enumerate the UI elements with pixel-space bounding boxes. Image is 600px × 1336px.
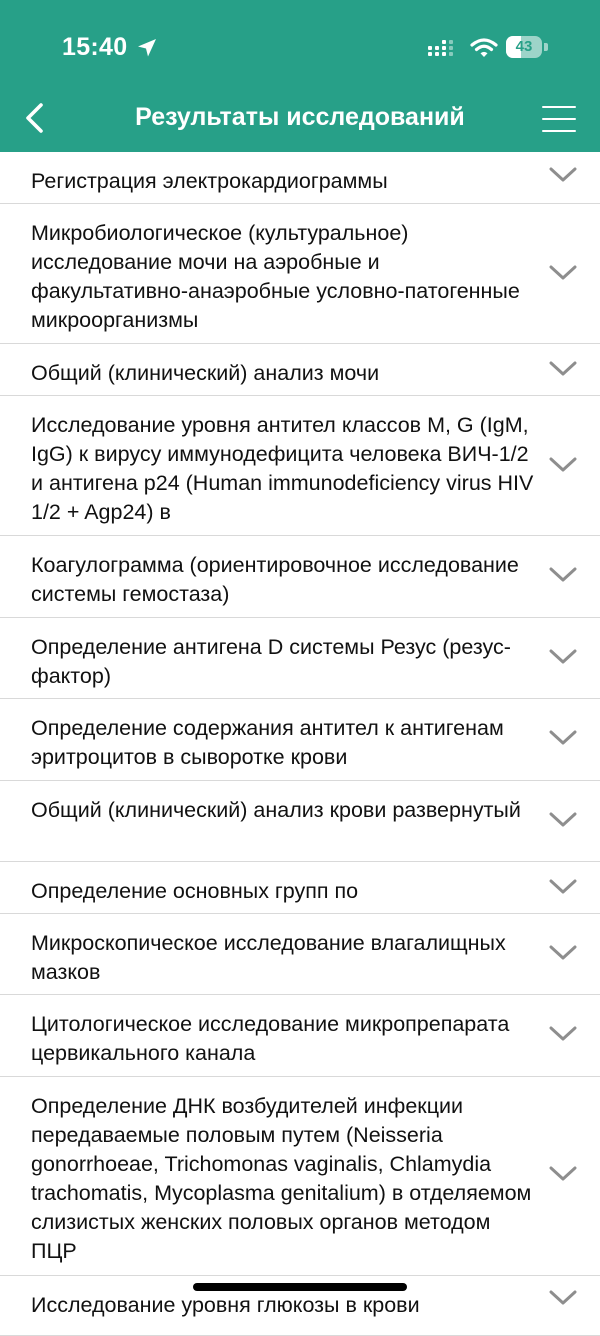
list-item[interactable]: Цитологическое исследование микропрепара…: [0, 995, 600, 1077]
result-title: Микроскопическое исследование влагалищны…: [31, 931, 506, 984]
status-bar: 15:40 43: [0, 0, 600, 96]
list-item[interactable]: Общий (клинический) анализ крови разверн…: [0, 781, 600, 862]
chevron-down-icon: [549, 265, 577, 280]
battery-level: 43: [515, 38, 533, 55]
result-title: Исследование уровня глюкозы в крови: [31, 1293, 420, 1317]
list-item[interactable]: Микробиологическое (культуральное) иссле…: [0, 204, 600, 344]
chevron-down-icon: [549, 730, 577, 745]
result-title: Регистрация электрокардиограммы: [31, 169, 388, 193]
chevron-down-icon: [549, 361, 577, 376]
result-title: Коагулограмма (ориентировочное исследова…: [31, 553, 519, 606]
chevron-down-icon: [549, 567, 577, 582]
chevron-down-icon: [549, 167, 577, 182]
chevron-down-icon: [549, 649, 577, 664]
list-item[interactable]: Определение ДНК возбудителей инфекции пе…: [0, 1077, 600, 1276]
result-title: Общий (клинический) анализ мочи: [31, 361, 380, 385]
chevron-down-icon: [549, 812, 577, 827]
hamburger-icon: [542, 106, 576, 108]
result-title: Определение антигена D системы Резус (ре…: [31, 635, 511, 688]
result-title: Общий (клинический) анализ крови разверн…: [31, 798, 521, 822]
chevron-down-icon: [549, 457, 577, 472]
chevron-down-icon: [549, 945, 577, 960]
list-item[interactable]: Исследование уровня антител классов M, G…: [0, 396, 600, 536]
result-title: Цитологическое исследование микропрепара…: [31, 1012, 510, 1065]
home-indicator: [193, 1283, 407, 1291]
result-title: Определение основных групп по: [31, 879, 359, 903]
app-header: 15:40 43 Результаты исследований: [0, 0, 600, 152]
list-item[interactable]: Определение основных групп по: [0, 862, 600, 914]
page-title: Результаты исследований: [135, 103, 465, 131]
cellular-signal-icon: [428, 40, 453, 56]
result-title: Определение ДНК возбудителей инфекции пе…: [31, 1094, 532, 1263]
list-item[interactable]: Определение антигена D системы Резус (ре…: [0, 618, 600, 699]
chevron-down-icon: [549, 879, 577, 894]
battery-icon: 43: [506, 36, 550, 60]
list-item[interactable]: Микроскопическое исследование влагалищны…: [0, 914, 600, 995]
chevron-down-icon: [549, 1166, 577, 1181]
list-item[interactable]: Общий (клинический) анализ мочи: [0, 344, 600, 396]
status-time: 15:40: [62, 33, 128, 61]
location-arrow-icon: [138, 39, 156, 57]
result-title: Исследование уровня антител классов M, G…: [31, 413, 534, 524]
list-item[interactable]: Регистрация электрокардиограммы: [0, 152, 600, 204]
nav-bar: Результаты исследований: [0, 96, 600, 152]
result-title: Микробиологическое (культуральное) иссле…: [31, 221, 520, 332]
list-item[interactable]: Определение содержания антител к антиген…: [0, 699, 600, 781]
chevron-down-icon: [549, 1026, 577, 1041]
results-list: Регистрация электрокардиограммы Микробио…: [0, 152, 600, 1336]
menu-button[interactable]: [536, 102, 580, 136]
wifi-icon: [470, 38, 498, 57]
list-item[interactable]: Коагулограмма (ориентировочное исследова…: [0, 536, 600, 618]
chevron-down-icon: [549, 1290, 577, 1305]
result-title: Определение содержания антител к антиген…: [31, 716, 504, 769]
